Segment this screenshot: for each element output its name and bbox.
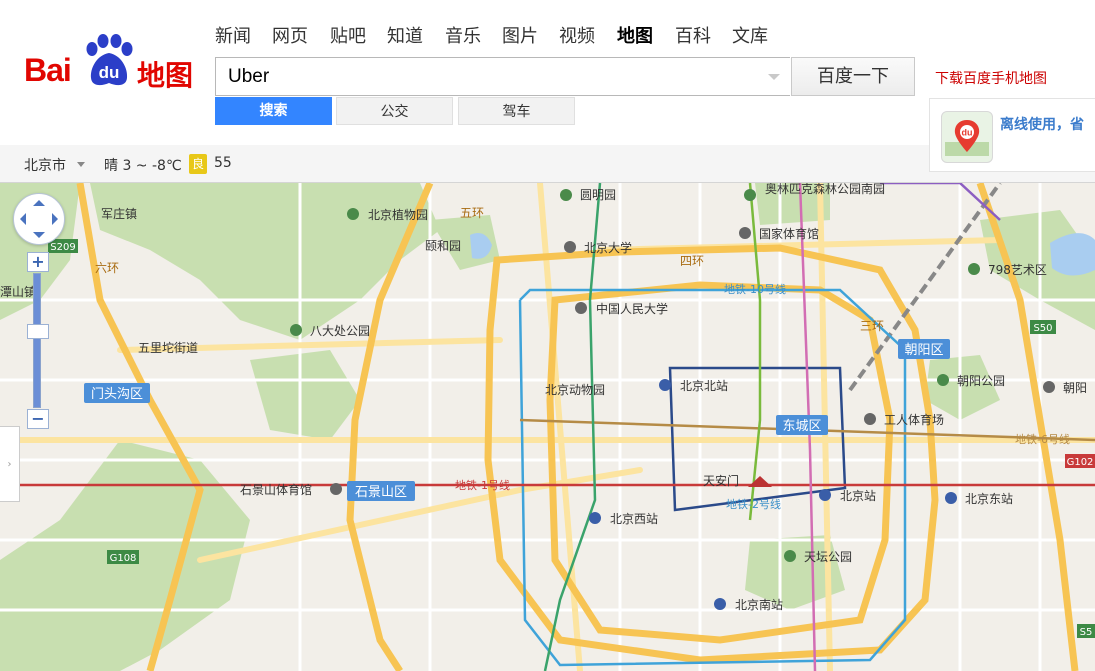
tab-search[interactable]: 搜索 bbox=[215, 97, 332, 125]
search-input[interactable] bbox=[226, 65, 760, 89]
svg-text:五里坨街道: 五里坨街道 bbox=[138, 340, 198, 355]
nav-item-tieba[interactable]: 贴吧 bbox=[330, 22, 366, 48]
zoom-slider-handle[interactable] bbox=[27, 324, 49, 339]
svg-text:北京西站: 北京西站 bbox=[610, 512, 658, 526]
svg-text:北京北站: 北京北站 bbox=[680, 379, 728, 393]
nav-item-news[interactable]: 新闻 bbox=[215, 22, 251, 48]
search-field[interactable] bbox=[215, 57, 790, 96]
map-canvas[interactable]: 门头沟区 石景山区 朝阳区 东城区 地铁-10号线 地铁-1号线 地铁-2号线 … bbox=[0, 183, 1095, 671]
nav-item-web[interactable]: 网页 bbox=[272, 22, 308, 48]
svg-text:奥林匹克森林公园南园: 奥林匹克森林公园南园 bbox=[765, 183, 885, 196]
city-selector[interactable]: 北京市 bbox=[24, 155, 66, 175]
svg-text:北京植物园: 北京植物园 bbox=[368, 207, 428, 222]
logo-text-bai: Bai bbox=[24, 52, 72, 88]
download-mobile-map-link[interactable]: 下载百度手机地图 bbox=[935, 68, 1047, 88]
svg-text:东城区: 东城区 bbox=[782, 419, 821, 434]
svg-text:北京站: 北京站 bbox=[840, 489, 876, 503]
panel-expand-tab[interactable]: › bbox=[0, 426, 20, 502]
logo-text-ditu: 地图 bbox=[137, 59, 194, 92]
zoom-slider-track[interactable] bbox=[33, 273, 41, 408]
offline-promo-card[interactable]: du 离线使用，省 bbox=[929, 98, 1095, 172]
svg-text:天坛公园: 天坛公园 bbox=[804, 550, 852, 564]
svg-text:圆明园: 圆明园 bbox=[580, 188, 616, 202]
nav-item-wenku[interactable]: 文库 bbox=[732, 22, 768, 48]
weather-text: 晴 3 ~ -8℃ bbox=[104, 158, 182, 174]
svg-text:中国人民大学: 中国人民大学 bbox=[596, 301, 668, 316]
svg-text:天安门: 天安门 bbox=[703, 473, 739, 488]
svg-text:潭山镇: 潭山镇 bbox=[0, 285, 36, 299]
svg-text:北京大学: 北京大学 bbox=[584, 240, 632, 255]
dropdown-arrow-icon[interactable] bbox=[768, 74, 780, 80]
aqi-value: 55 bbox=[214, 155, 232, 171]
svg-text:北京南站: 北京南站 bbox=[735, 597, 783, 612]
svg-text:798艺术区: 798艺术区 bbox=[988, 263, 1047, 277]
svg-text:石景山体育馆: 石景山体育馆 bbox=[240, 482, 312, 497]
tab-bus[interactable]: 公交 bbox=[336, 97, 453, 125]
svg-text:S5: S5 bbox=[1080, 627, 1093, 638]
svg-text:S50: S50 bbox=[1033, 323, 1052, 334]
map-svg: 门头沟区 石景山区 朝阳区 东城区 地铁-10号线 地铁-1号线 地铁-2号线 … bbox=[0, 183, 1095, 671]
pan-arrows-icon bbox=[20, 200, 58, 238]
nav-item-video[interactable]: 视频 bbox=[559, 22, 595, 48]
nav-item-baike[interactable]: 百科 bbox=[675, 22, 711, 48]
svg-text:八大处公园: 八大处公园 bbox=[310, 324, 370, 338]
nav-item-music[interactable]: 音乐 bbox=[445, 22, 481, 48]
svg-text:地铁-1号线: 地铁-1号线 bbox=[455, 478, 510, 492]
city-dropdown-icon[interactable] bbox=[77, 162, 85, 167]
svg-text:国家体育馆: 国家体育馆 bbox=[759, 226, 819, 241]
svg-text:石景山区: 石景山区 bbox=[355, 485, 407, 500]
paw-logo-icon: du bbox=[86, 34, 133, 86]
svg-text:军庄镇: 军庄镇 bbox=[101, 206, 137, 221]
promo-text: 离线使用，省 bbox=[1000, 117, 1084, 133]
svg-text:朝阳公园: 朝阳公园 bbox=[957, 374, 1005, 388]
baidu-map-logo[interactable]: Bai du 地图 bbox=[24, 34, 199, 94]
svg-text:du: du bbox=[962, 128, 973, 138]
nav-item-images[interactable]: 图片 bbox=[502, 22, 538, 48]
svg-text:G102: G102 bbox=[1067, 457, 1094, 468]
svg-text:颐和园: 颐和园 bbox=[425, 239, 461, 253]
svg-text:门头沟区: 门头沟区 bbox=[91, 387, 143, 402]
search-button[interactable]: 百度一下 bbox=[791, 57, 915, 96]
svg-text:朝阳区: 朝阳区 bbox=[904, 343, 943, 358]
svg-text:三环: 三环 bbox=[860, 319, 884, 333]
map-pan-control[interactable] bbox=[13, 193, 65, 245]
aqi-level-badge: 良 bbox=[189, 154, 207, 174]
zoom-in-button[interactable]: + bbox=[27, 252, 49, 272]
tab-drive[interactable]: 驾车 bbox=[458, 97, 575, 125]
svg-text:工人体育场: 工人体育场 bbox=[884, 412, 944, 427]
nav-item-zhidao[interactable]: 知道 bbox=[387, 22, 423, 48]
zoom-out-button[interactable]: − bbox=[27, 409, 49, 429]
svg-text:四环: 四环 bbox=[680, 254, 704, 268]
svg-text:地铁-2号线: 地铁-2号线 bbox=[726, 497, 781, 511]
nav-item-map[interactable]: 地图 bbox=[617, 22, 653, 48]
svg-text:北京东站: 北京东站 bbox=[965, 492, 1013, 506]
svg-text:北京动物园: 北京动物园 bbox=[545, 383, 605, 397]
svg-text:六环: 六环 bbox=[95, 261, 119, 275]
svg-text:G108: G108 bbox=[110, 553, 137, 564]
svg-text:五环: 五环 bbox=[460, 206, 484, 220]
logo-text-du: du bbox=[99, 63, 120, 82]
baidu-map-app-icon: du bbox=[941, 111, 993, 163]
svg-text:地铁-6号线: 地铁-6号线 bbox=[1015, 432, 1070, 446]
svg-text:地铁-10号线: 地铁-10号线 bbox=[724, 282, 786, 296]
svg-text:朝阳: 朝阳 bbox=[1063, 381, 1087, 395]
